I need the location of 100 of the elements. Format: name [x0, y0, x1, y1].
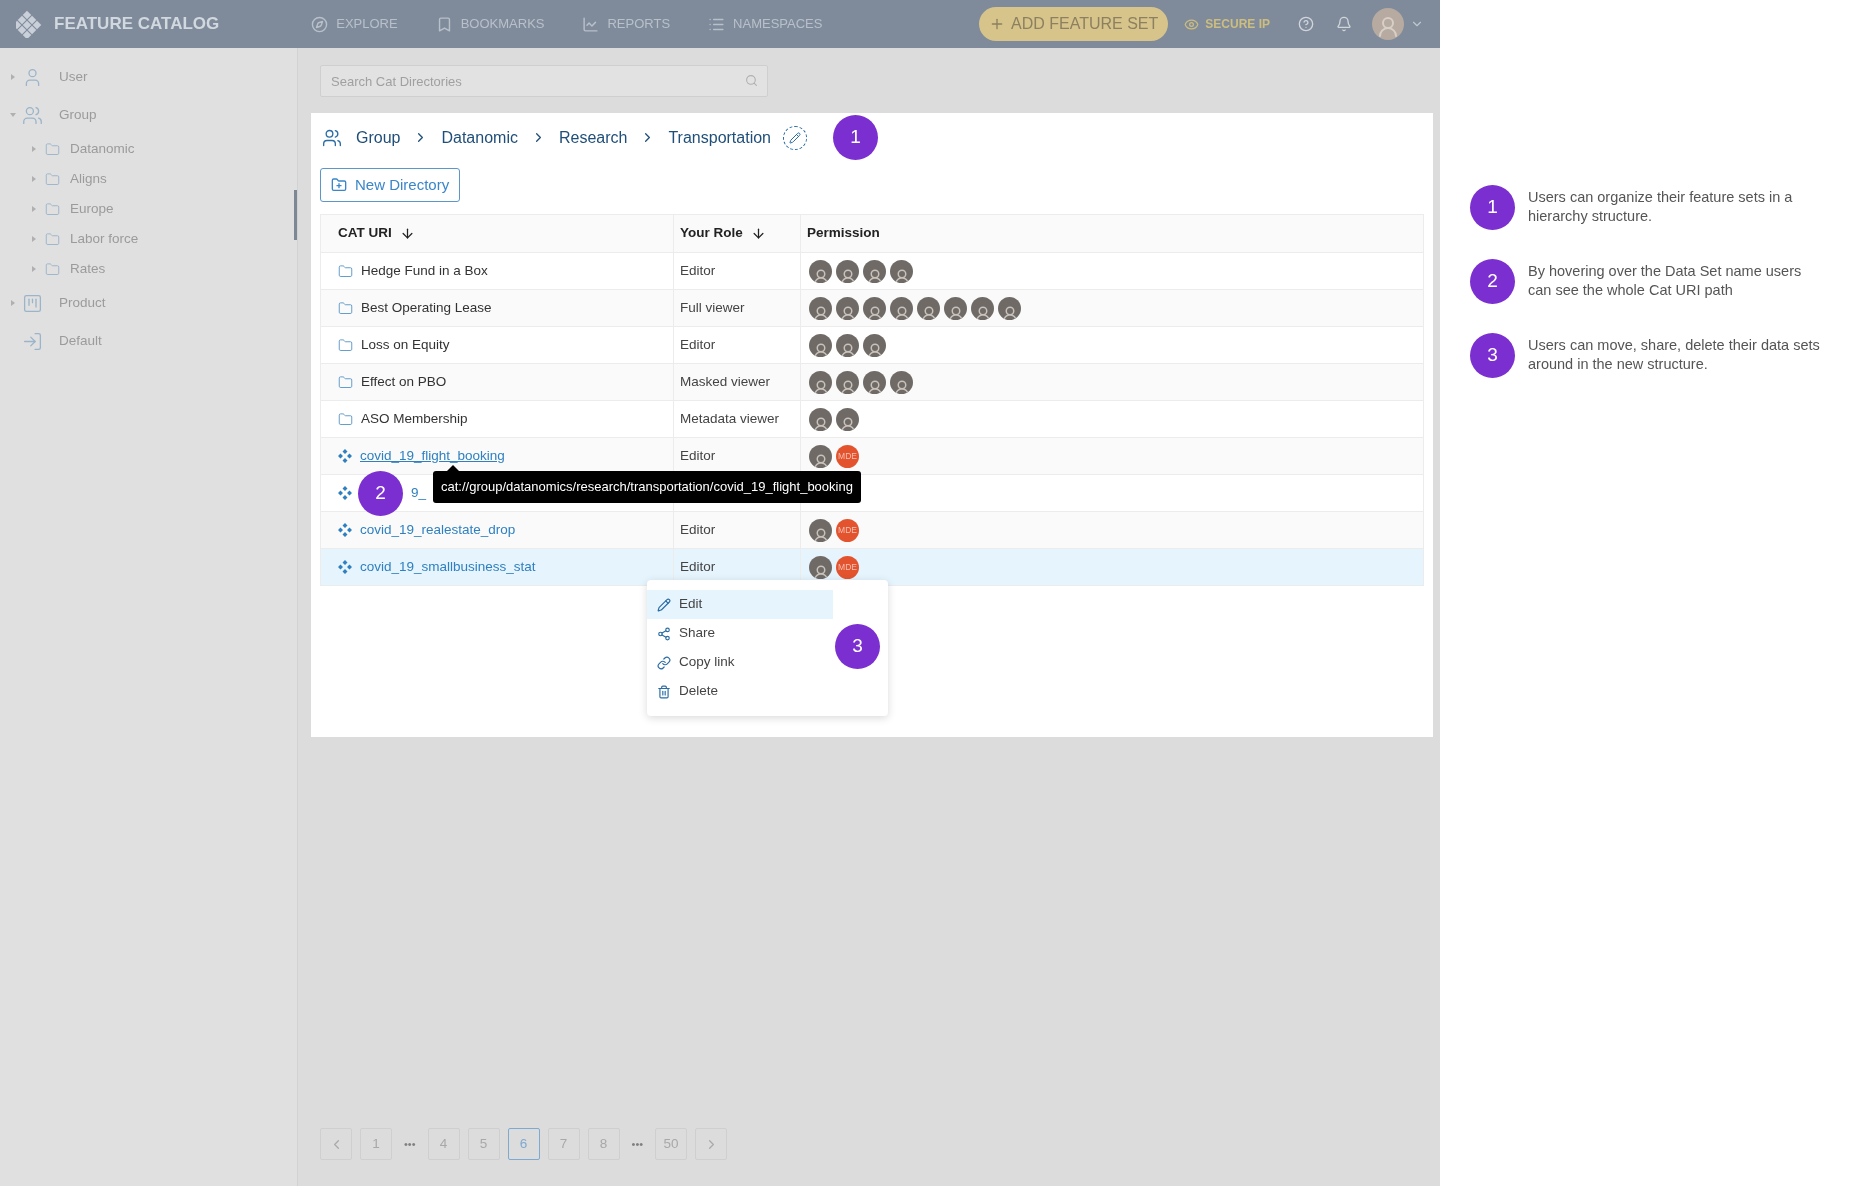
search-field[interactable]: Search Cat Directories — [320, 65, 768, 97]
table-row[interactable]: Hedge Fund in a Box Editor — [320, 252, 1424, 290]
folder-icon — [338, 337, 353, 353]
breadcrumb-link[interactable]: Research — [558, 125, 628, 150]
avatar — [863, 333, 886, 357]
group-icon — [322, 127, 342, 148]
caret-icon[interactable] — [31, 176, 37, 182]
table-row[interactable]: covid_19_smallbusiness_stat Editor MDE — [320, 548, 1424, 586]
annotation-text: Users can organize their feature sets in a hierarchy structure. — [1528, 188, 1794, 226]
avatar — [890, 370, 913, 394]
avatar — [890, 296, 913, 320]
menu-item[interactable]: Edit — [647, 590, 833, 619]
avatar — [836, 370, 859, 394]
caret-icon[interactable] — [31, 236, 37, 242]
avatar — [998, 296, 1021, 320]
brand-title: FEATURE CATALOG — [54, 13, 220, 36]
avatar — [809, 370, 832, 394]
table-row[interactable]: Loss on Equity Editor — [320, 326, 1424, 364]
avatar — [836, 333, 859, 357]
folder-icon — [338, 374, 353, 390]
caret-icon[interactable] — [31, 266, 37, 272]
avatar — [809, 333, 832, 357]
folder-name[interactable]: Effect on PBO — [361, 371, 447, 393]
table-row[interactable]: Effect on PBO Masked viewer — [320, 363, 1424, 401]
eye-icon — [1184, 16, 1200, 32]
role-cell: Editor — [680, 262, 716, 278]
pagination-ellipsis: ••• — [403, 1136, 417, 1152]
caret-icon[interactable] — [10, 300, 16, 306]
role-cell: Editor — [680, 521, 716, 537]
column-header[interactable]: Your Role — [673, 214, 801, 253]
avatar — [809, 555, 832, 579]
avatar — [809, 444, 832, 468]
menu-item[interactable]: Copy link — [647, 648, 833, 677]
menu-item[interactable]: Share — [647, 619, 833, 648]
trash-icon — [657, 684, 671, 699]
table-row[interactable]: covid_19_flight_booking Editor MDE — [320, 437, 1424, 475]
folder-icon — [45, 171, 60, 187]
callout-marker: 1 — [1470, 185, 1515, 230]
caret-icon[interactable] — [31, 146, 37, 152]
folder-plus-icon — [331, 177, 347, 193]
folder-name[interactable]: Loss on Equity — [361, 334, 450, 356]
avatar — [809, 259, 832, 283]
folder-icon — [338, 411, 353, 427]
pencil-icon — [657, 597, 671, 612]
avatar — [944, 296, 967, 320]
avatar — [836, 407, 859, 431]
next-page-button[interactable] — [695, 1128, 728, 1160]
previous-page-button[interactable] — [320, 1128, 352, 1160]
annotation-text: Users can move, share, delete their data sets around in the new structure. — [1528, 336, 1821, 374]
bell-icon[interactable] — [1336, 16, 1352, 32]
new-directory-button[interactable]: New Directory — [320, 168, 461, 202]
table-row[interactable]: covid_19_realestate_drop Editor MDE — [320, 511, 1424, 549]
sort-arrow-icon[interactable] — [399, 226, 415, 241]
folder-icon — [338, 300, 353, 316]
pagination-ellipsis: ••• — [630, 1136, 645, 1152]
scrollbar-thumb[interactable] — [294, 190, 297, 240]
dataset-icon — [338, 560, 352, 574]
search-icon[interactable] — [745, 74, 758, 87]
dataset-link[interactable]: 9_ — [411, 482, 427, 504]
breadcrumb-link[interactable]: Transportation — [668, 125, 771, 150]
folder-icon — [45, 231, 60, 247]
avatar[interactable] — [1372, 8, 1404, 40]
avatar — [809, 296, 832, 320]
breadcrumb-link[interactable]: Group — [356, 125, 401, 150]
avatar — [917, 296, 940, 320]
column-header[interactable]: CAT URI — [320, 214, 674, 253]
folder-icon — [338, 263, 353, 279]
callout-marker: 3 — [1470, 333, 1515, 378]
role-cell: Metadata viewer — [680, 410, 780, 426]
avatar — [863, 370, 886, 394]
avatar — [836, 296, 859, 320]
link-icon — [657, 655, 671, 670]
table-row[interactable]: Best Operating Lease Full viewer — [320, 289, 1424, 327]
menu-item[interactable]: Delete — [647, 677, 833, 706]
callout-marker: 2 — [1470, 259, 1515, 304]
dataset-icon — [338, 523, 352, 537]
initials-avatar: MDE — [836, 444, 859, 468]
help-icon[interactable] — [1298, 16, 1314, 32]
table-row[interactable]: ASO Membership Metadata viewer — [320, 400, 1424, 438]
chart-icon — [582, 15, 600, 33]
board-icon — [22, 292, 43, 314]
avatar — [836, 259, 859, 283]
annotation-text: By hovering over the Data Set name users can see the whole Cat URI path — [1528, 262, 1803, 300]
exit-icon — [22, 330, 43, 352]
role-cell: Editor — [680, 558, 716, 574]
column-header[interactable]: Permission — [800, 214, 1424, 253]
folder-icon — [45, 261, 60, 277]
caret-icon[interactable] — [10, 112, 16, 118]
caret-icon[interactable] — [31, 206, 37, 212]
breadcrumb-link[interactable]: Datanomic — [441, 125, 518, 150]
folder-name[interactable]: ASO Membership — [361, 408, 468, 430]
role-cell: Editor — [680, 447, 716, 463]
folder-icon — [45, 141, 60, 157]
caret-icon[interactable] — [10, 74, 16, 80]
share-icon — [657, 626, 671, 641]
callout-marker: 3 — [835, 624, 880, 669]
role-cell: Full viewer — [680, 299, 745, 315]
sort-arrow-icon[interactable] — [750, 226, 766, 241]
dataset-icon — [338, 486, 352, 500]
role-cell: Masked viewer — [680, 373, 771, 389]
